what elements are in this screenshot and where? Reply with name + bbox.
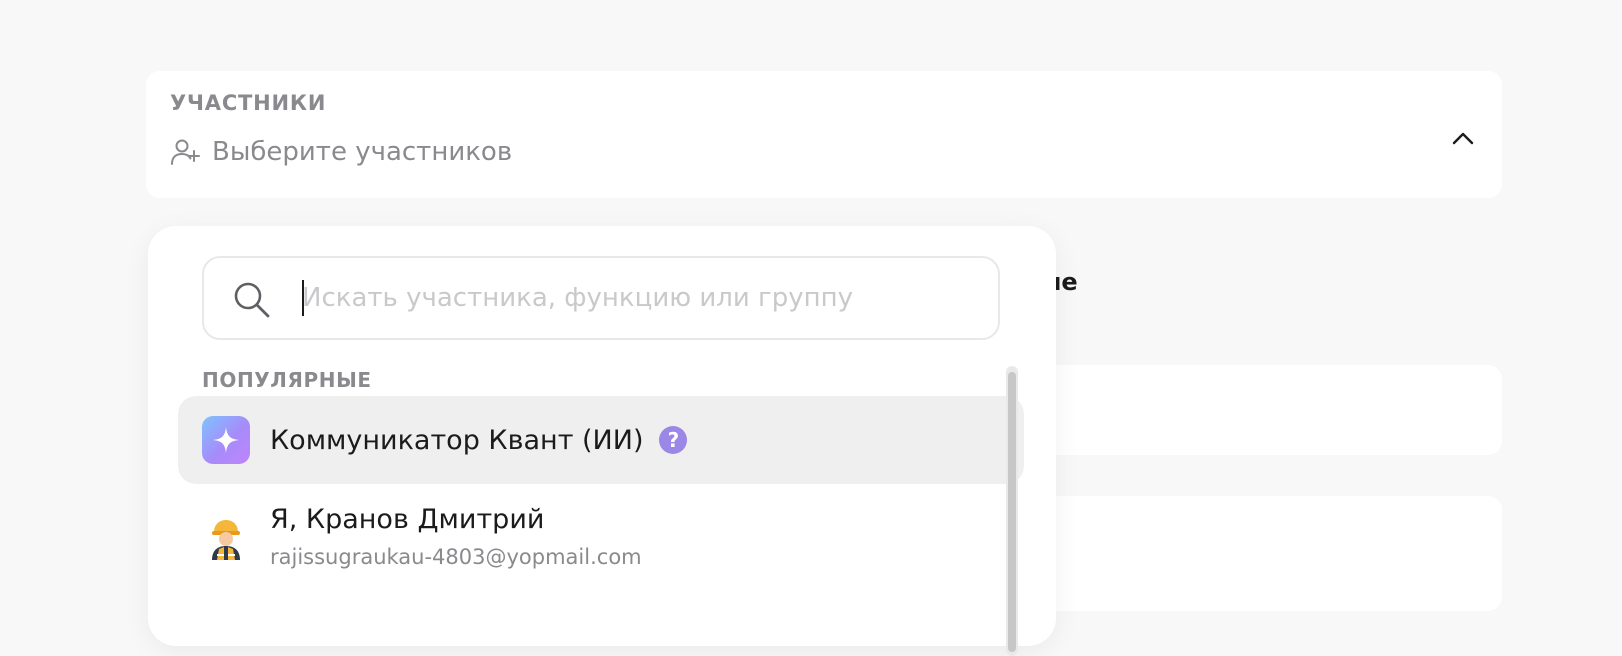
worker-avatar-icon: [212, 520, 240, 560]
list-item-user[interactable]: Я, Кранов Дмитрий rajissugraukau-4803@yo…: [178, 484, 1024, 604]
search-input[interactable]: [302, 276, 972, 320]
add-user-icon: [171, 139, 200, 165]
help-icon[interactable]: ?: [659, 426, 688, 454]
user-name: Я, Кранов Дмитрий: [270, 504, 545, 535]
participants-list: Коммуникатор Квант (ИИ) ? Я, Кранов Дмит…: [178, 396, 1024, 604]
chevron-up-icon[interactable]: [1450, 126, 1476, 152]
search-icon: [234, 282, 270, 318]
ai-sparkle-icon: [202, 416, 250, 464]
participants-title: УЧАСТНИКИ: [170, 91, 327, 115]
participants-field[interactable]: УЧАСТНИКИ Выберите участников: [146, 71, 1502, 198]
scrollbar-thumb[interactable]: [1008, 372, 1016, 652]
background-card: [1028, 496, 1502, 611]
participants-select[interactable]: Выберите участников: [170, 137, 512, 167]
user-email: rajissugraukau-4803@yopmail.com: [270, 545, 642, 569]
participants-placeholder: Выберите участников: [212, 137, 513, 167]
background-card: [1028, 365, 1502, 455]
section-label-popular: ПОПУЛЯРНЫЕ: [202, 368, 372, 392]
participants-dropdown: ПОПУЛЯРНЫЕ Коммуникатор Квант (ИИ) ?: [148, 226, 1056, 656]
search-box[interactable]: [202, 256, 1000, 340]
list-item-ai-assistant[interactable]: Коммуникатор Квант (ИИ) ?: [178, 396, 1024, 484]
user-text: Я, Кранов Дмитрий rajissugraukau-4803@yo…: [270, 504, 642, 569]
list-item-name: Коммуникатор Квант (ИИ): [270, 424, 644, 456]
text-caret: [302, 280, 304, 316]
